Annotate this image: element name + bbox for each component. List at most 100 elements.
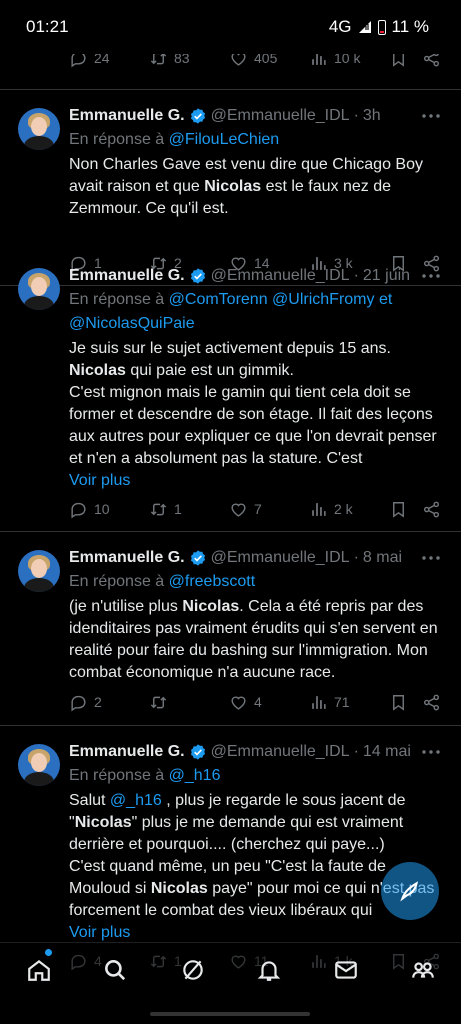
bookmark-button[interactable] (389, 500, 408, 519)
reply-context: En réponse à @ComTorenn @UlrichFromy et … (69, 288, 447, 336)
views-button[interactable]: 10 k (309, 54, 360, 68)
share-button[interactable] (422, 500, 441, 519)
bookmark-icon (389, 693, 408, 712)
mention-link[interactable]: @NicolasQuiPaie (69, 315, 195, 332)
text-bold: Nicolas (150, 880, 208, 897)
nav-notifications[interactable] (254, 955, 284, 985)
repost-button[interactable]: 1 (149, 500, 182, 519)
author-name[interactable]: Emmanuelle G. (69, 104, 185, 128)
mention-link[interactable]: @FilouLeChien (169, 131, 280, 148)
reply-icon (69, 500, 88, 519)
status-right: 4G 11 % (329, 17, 429, 37)
tweet-date[interactable]: 14 mai (363, 740, 411, 764)
avatar[interactable] (18, 108, 60, 150)
like-icon (229, 500, 248, 519)
author-handle[interactable]: @Emmanuelle_IDL (211, 104, 350, 128)
previous-tweet-stub[interactable]: 24 83 405 10 k (0, 54, 461, 90)
status-bar: 01:21 4G 11 % (0, 0, 461, 54)
share-button[interactable] (422, 693, 441, 712)
more-options-icon[interactable] (419, 546, 443, 570)
reply-button[interactable]: 24 (69, 54, 110, 68)
reply-icon (69, 693, 88, 712)
grok-icon (183, 960, 203, 980)
bookmark-button[interactable] (389, 693, 408, 712)
tweet[interactable]: Emmanuelle G. @Emmanuelle_IDL · 8 mai En… (0, 532, 461, 726)
avatar[interactable] (18, 744, 60, 786)
battery-icon (377, 19, 386, 35)
notification-dot (45, 949, 52, 956)
author-name[interactable]: Emmanuelle G. (69, 546, 185, 570)
bookmark-icon (389, 500, 408, 519)
more-options-icon[interactable] (419, 104, 443, 128)
nav-home[interactable] (24, 955, 54, 985)
share-button[interactable] (422, 54, 441, 68)
like-button[interactable]: 4 (229, 693, 262, 712)
text-bold: Nicolas (74, 814, 132, 831)
mention-link[interactable]: @_h16 (169, 767, 221, 784)
like-button[interactable]: 7 (229, 500, 262, 519)
home-indicator (150, 1012, 310, 1016)
tweet-header: Emmanuelle G. @Emmanuelle_IDL · 8 mai (69, 546, 447, 570)
author-name[interactable]: Emmanuelle G. (69, 264, 185, 288)
verified-icon (189, 107, 207, 125)
tweet-actions: 2 4 71 (69, 690, 447, 714)
like-icon (229, 693, 248, 712)
nav-messages[interactable] (331, 955, 361, 985)
share-icon (422, 54, 441, 68)
separator-dot: · (353, 107, 359, 124)
views-button[interactable]: 71 (309, 693, 350, 712)
show-more-link[interactable]: Voir plus (69, 470, 447, 492)
show-more-link[interactable]: Voir plus (69, 922, 447, 944)
mention-link[interactable]: @freebscott (169, 573, 256, 590)
mention-link[interactable]: @UlrichFromy (272, 291, 374, 308)
reply-prefix: En réponse à (69, 131, 165, 148)
reply-prefix: En réponse à (69, 573, 165, 590)
tweet-date[interactable]: 21 juin (363, 264, 410, 288)
separator-dot: · (353, 743, 359, 760)
repost-button[interactable]: 83 (149, 54, 190, 68)
author-handle[interactable]: @Emmanuelle_IDL (211, 546, 350, 570)
reply-count: 10 (94, 501, 110, 517)
more-options-icon[interactable] (419, 740, 443, 764)
reply-button[interactable]: 2 (69, 693, 102, 712)
author-name[interactable]: Emmanuelle G. (69, 740, 185, 764)
text-segment: Salut (69, 792, 110, 809)
author-handle[interactable]: @Emmanuelle_IDL (211, 264, 350, 288)
tweet-date[interactable]: 3h (363, 104, 381, 128)
like-button[interactable]: 405 (229, 54, 277, 68)
more-options-icon[interactable] (419, 264, 443, 288)
compose-button[interactable] (381, 862, 439, 920)
reply-button[interactable]: 10 (69, 500, 110, 519)
mention-link[interactable]: @ComTorenn (169, 291, 268, 308)
text-segment: qui paie est un gimmik. (125, 362, 294, 379)
tweet-header: Emmanuelle G. @Emmanuelle_IDL · 21 juin (69, 264, 447, 288)
network-label: 4G (328, 17, 352, 36)
tweet-date[interactable]: 8 mai (363, 546, 402, 570)
avatar[interactable] (18, 550, 60, 592)
views-icon (309, 54, 328, 68)
reply-context: En réponse à @freebscott (69, 570, 447, 594)
compose-icon (400, 881, 419, 902)
battery-label: 11 % (391, 17, 430, 36)
nav-search[interactable] (100, 955, 130, 985)
separator-dot: · (353, 267, 359, 284)
status-time: 01:21 (26, 17, 69, 36)
views-button[interactable]: 2 k (309, 500, 353, 519)
reply-context: En réponse à @_h16 (69, 764, 447, 788)
views-icon (309, 500, 328, 519)
repost-button[interactable] (149, 693, 174, 712)
bottom-nav (0, 942, 461, 1024)
share-icon (422, 693, 441, 712)
messages-icon (335, 961, 357, 979)
like-count: 4 (254, 694, 262, 710)
text-segment: (je n'utilise plus (69, 598, 183, 615)
nav-grok[interactable] (178, 955, 208, 985)
bookmark-button[interactable] (389, 54, 408, 68)
author-handle[interactable]: @Emmanuelle_IDL (211, 740, 350, 764)
tweet[interactable]: Emmanuelle G. @Emmanuelle_IDL · 21 juin … (0, 250, 461, 532)
views-count: 2 k (334, 501, 353, 517)
tweet-text: (je n'utilise plus Nicolas. Cela a été r… (69, 596, 447, 684)
nav-communities[interactable] (408, 955, 438, 985)
mention-link[interactable]: @_h16 (110, 792, 162, 809)
avatar[interactable] (18, 268, 60, 310)
